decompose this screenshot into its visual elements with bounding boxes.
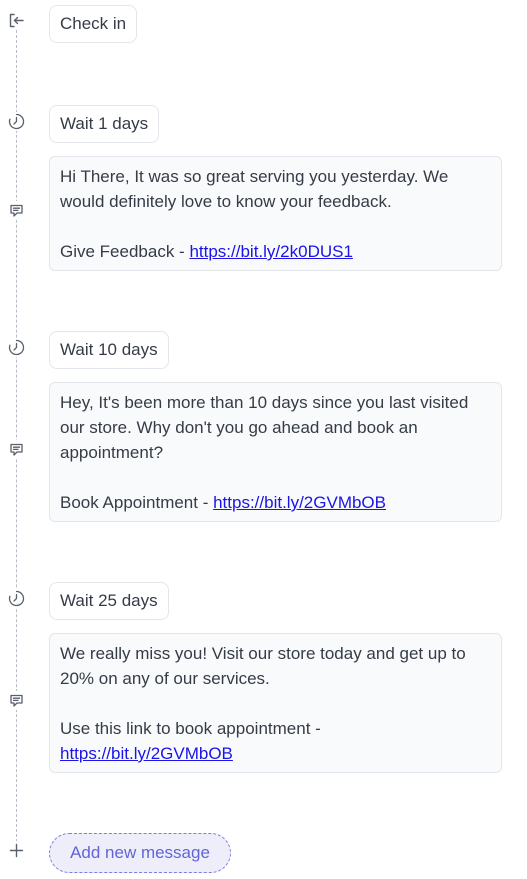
add-new-message-label: Add new message (70, 843, 210, 862)
message-card-3[interactable]: We really miss you! Visit our store toda… (49, 633, 502, 773)
message-card-2[interactable]: Hey, It's been more than 10 days since y… (49, 382, 502, 522)
message-text: Hey, It's been more than 10 days since y… (60, 393, 469, 462)
clock-icon (7, 112, 26, 131)
message-cta: Give Feedback - https://bit.ly/2k0DUS1 (60, 242, 353, 261)
message-icon (7, 201, 26, 220)
message-card-1[interactable]: Hi There, It was so great serving you ye… (49, 156, 502, 271)
clock-icon (7, 589, 26, 608)
trigger-check-in[interactable]: Check in (49, 5, 138, 43)
wait-label: Wait 25 days (60, 591, 158, 610)
wait-step-2[interactable]: Wait 10 days (49, 331, 169, 369)
feedback-link[interactable]: https://bit.ly/2k0DUS1 (189, 242, 352, 261)
trigger-label: Check in (60, 14, 127, 33)
add-new-message-button[interactable]: Add new message (49, 833, 231, 873)
wait-label: Wait 10 days (60, 340, 158, 359)
message-icon (7, 691, 26, 710)
message-text: We really miss you! Visit our store toda… (60, 644, 466, 688)
clock-icon (7, 338, 26, 357)
plus-icon[interactable] (7, 841, 26, 860)
wait-step-3[interactable]: Wait 25 days (49, 582, 169, 620)
wait-label: Wait 1 days (60, 114, 149, 133)
book-appointment-link[interactable]: https://bit.ly/2GVMbOB (60, 744, 233, 763)
wait-step-1[interactable]: Wait 1 days (49, 105, 160, 143)
check-in-icon (7, 11, 26, 30)
message-text: Hi There, It was so great serving you ye… (60, 167, 449, 211)
message-cta: Book Appointment - https://bit.ly/2GVMbO… (60, 493, 386, 512)
message-cta: Use this link to book appointment - https… (60, 719, 321, 763)
book-appointment-link[interactable]: https://bit.ly/2GVMbOB (213, 493, 386, 512)
timeline-line (16, 30, 17, 842)
message-icon (7, 440, 26, 459)
